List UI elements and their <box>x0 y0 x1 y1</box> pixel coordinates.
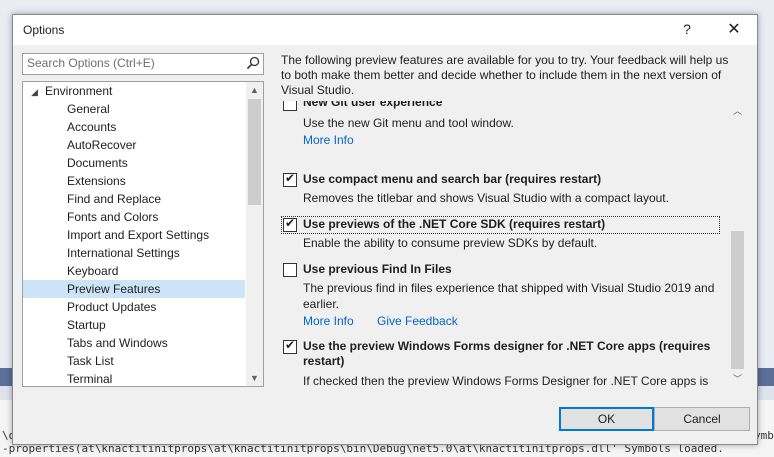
search-input[interactable] <box>23 54 241 72</box>
cancel-button[interactable]: Cancel <box>654 407 750 431</box>
tree-item[interactable]: Task List <box>23 352 245 370</box>
close-button[interactable]: ✕ <box>723 19 745 39</box>
expand-arrow-icon[interactable]: ◢ <box>31 83 45 101</box>
preview-intro-text: The following preview features are avail… <box>281 53 729 97</box>
check-icon: ✔ <box>285 171 296 185</box>
check-icon: ✔ <box>285 338 296 352</box>
title-bar: Options ? ✕ <box>13 15 757 45</box>
feature-title: New Git user experience <box>303 101 443 109</box>
search-icon[interactable] <box>246 56 260 70</box>
tree-item[interactable]: Product Updates <box>23 298 245 316</box>
more-info-link[interactable]: More Info <box>303 133 354 147</box>
scroll-up-icon[interactable]: ︿ <box>729 103 746 119</box>
feature-title: Use compact menu and search bar (require… <box>303 172 602 186</box>
tree-item[interactable]: International Settings <box>23 244 245 262</box>
feature-title: Use previous Find In Files <box>303 262 452 276</box>
tree-item[interactable]: Startup <box>23 316 245 334</box>
feature-description: Use the new Git menu and tool window. <box>303 116 514 130</box>
tree-node-environment[interactable]: ◢ Environment <box>23 82 245 100</box>
scroll-up-icon[interactable]: ▲ <box>246 82 263 98</box>
tree-item-selected[interactable]: Preview Features <box>23 280 245 298</box>
feature-description: Enable the ability to consume preview SD… <box>303 236 598 250</box>
feature-checkbox[interactable] <box>283 263 297 277</box>
tree-item[interactable]: Fonts and Colors <box>23 208 245 226</box>
ok-button[interactable]: OK <box>559 407 654 431</box>
tree-item[interactable]: Documents <box>23 154 245 172</box>
tree-scrollbar[interactable]: ▲ ▼ <box>246 82 263 386</box>
tree-item[interactable]: Terminal <box>23 370 245 386</box>
tree-item[interactable]: Keyboard <box>23 262 245 280</box>
features-list: New Git user experience Use the new Git … <box>281 101 729 389</box>
scroll-thumb[interactable] <box>731 231 744 369</box>
feature-title: Use the preview Windows Forms designer f… <box>303 339 711 368</box>
options-tree: ◢ Environment General Accounts AutoRecove… <box>22 81 264 387</box>
more-info-link[interactable]: More Info <box>303 314 354 328</box>
feature-checkbox[interactable] <box>283 101 297 111</box>
tree-item[interactable]: Import and Export Settings <box>23 226 245 244</box>
tree-item[interactable]: Extensions <box>23 172 245 190</box>
feature-checkbox[interactable]: ✔ <box>283 171 297 187</box>
tree-node-label: Environment <box>45 84 113 98</box>
scroll-down-icon[interactable]: ﹀ <box>729 371 746 387</box>
check-icon: ✔ <box>285 216 296 230</box>
tree-item[interactable]: Find and Replace <box>23 190 245 208</box>
feature-description: Removes the titlebar and shows Visual St… <box>303 191 669 205</box>
scroll-thumb[interactable] <box>248 99 261 205</box>
give-feedback-link[interactable]: Give Feedback <box>377 314 458 328</box>
help-button[interactable]: ? <box>677 21 697 37</box>
feature-checkbox[interactable]: ✔ <box>283 338 297 354</box>
feature-title: Use previews of the .NET Core SDK (requi… <box>303 217 606 231</box>
tree-item[interactable]: AutoRecover <box>23 136 245 154</box>
search-box <box>22 53 264 75</box>
scroll-down-icon[interactable]: ▼ <box>246 370 263 386</box>
feature-description: The previous find in files experience th… <box>303 281 715 311</box>
tree-items: ◢ Environment General Accounts AutoRecove… <box>23 82 245 386</box>
tree-item[interactable]: Tabs and Windows <box>23 334 245 352</box>
tree-item[interactable]: Accounts <box>23 118 245 136</box>
dialog-title: Options <box>23 23 65 37</box>
options-dialog: Options ? ✕ ◢Environment General Account… <box>12 14 758 445</box>
tree-item[interactable]: General <box>23 100 245 118</box>
feature-checkbox[interactable]: ✔ <box>283 216 297 232</box>
feature-description: If checked then the preview Windows Form… <box>303 374 709 388</box>
features-scrollbar[interactable]: ︿ ﹀ <box>729 101 746 387</box>
